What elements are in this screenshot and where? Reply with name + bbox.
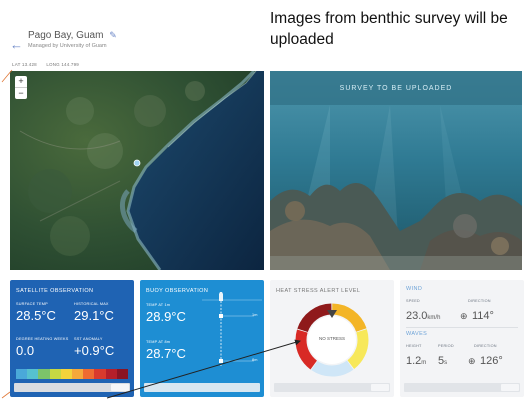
sst-anomaly-value: +0.9°C [74, 343, 115, 358]
map-imagery [10, 71, 264, 270]
wind-waves-card: WIND SPEED 23.0km/h DIRECTION ⊕ 114° WAV… [400, 280, 524, 397]
heat-stress-level: NO STRESS [318, 336, 345, 341]
color-scale-swatch [105, 369, 117, 379]
wind-direction-label: DIRECTION [468, 299, 491, 303]
color-scale-swatch [60, 369, 73, 379]
wave-height-label: HEIGHT [406, 344, 422, 348]
site-title: Pago Bay, Guam ✎ [28, 30, 117, 41]
wind-title: WIND [406, 286, 423, 292]
surface-temp-label: SURFACE TEMP [16, 302, 48, 306]
site-name: Pago Bay, Guam [28, 30, 104, 41]
site-marker-icon [133, 159, 141, 167]
wave-direction-value: 126° [480, 355, 503, 367]
latitude: LAT 13.428 [12, 62, 37, 67]
wind-speed-unit: km/h [427, 315, 441, 321]
wave-period-unit: s [444, 360, 448, 366]
wind-waves-footer [404, 383, 520, 392]
heat-stress-title: HEAT STRESS ALERT LEVEL [276, 288, 361, 294]
survey-upload-label: SURVEY TO BE UPLOADED [339, 85, 453, 92]
satellite-map[interactable]: + − [10, 71, 264, 270]
satellite-observation-card: SATELLITE OBSERVATION SURFACE TEMP 28.5°… [10, 280, 134, 397]
wave-period: 5s [438, 351, 447, 369]
wave-direction-label: DIRECTION [474, 344, 497, 348]
heat-stress-card: HEAT STRESS ALERT LEVEL NO STRESS [270, 280, 394, 397]
wave-period-label: PERIOD [438, 344, 454, 348]
buoy-card-footer [144, 383, 260, 392]
back-arrow-icon[interactable]: ← [10, 37, 23, 52]
sst-anomaly-label: SST ANOMALY [74, 337, 103, 341]
dhw-color-scale [16, 369, 129, 379]
wave-height-unit: m [421, 360, 427, 366]
buoy-depth-diagram [202, 292, 262, 366]
zoom-in-button[interactable]: + [15, 76, 27, 87]
depth-bottom-label: 8m [252, 358, 258, 362]
edit-icon[interactable]: ✎ [109, 30, 117, 40]
color-scale-swatch [94, 369, 106, 379]
survey-image-panel: SURVEY TO BE UPLOADED [270, 71, 522, 270]
color-scale-swatch [27, 369, 39, 379]
color-scale-swatch [83, 369, 95, 379]
historical-max-label: HISTORICAL MAX [74, 302, 109, 306]
coordinates: LAT 13.428 LONG 144.799 [12, 62, 87, 67]
temp-1m-label: TEMP AT 1m [146, 303, 171, 307]
underwater-image [270, 71, 522, 270]
surface-temp-value: 28.5°C [16, 308, 56, 323]
zoom-out-button[interactable]: − [15, 87, 27, 99]
dhw-value: 0.0 [16, 343, 35, 358]
zoom-controls: + − [15, 76, 27, 99]
satellite-more-button[interactable] [111, 384, 129, 391]
wind-waves-more-button[interactable] [501, 384, 519, 391]
dhw-label: DEGREE HEATING WEEKS [16, 337, 69, 341]
color-scale-swatch [116, 369, 129, 379]
historical-max-value: 29.1°C [74, 308, 114, 323]
wind-direction: ⊕ 114° [460, 306, 494, 324]
satellite-card-footer [14, 383, 130, 392]
compass-icon: ⊕ [468, 356, 476, 366]
color-scale-swatch [38, 369, 50, 379]
wind-speed-value: 23.0 [406, 310, 428, 322]
longitude: LONG 144.799 [46, 62, 79, 67]
annotation-text: Images from benthic survey will be uploa… [270, 10, 508, 48]
heat-stress-footer [274, 383, 390, 392]
satellite-card-title: SATELLITE OBSERVATION [16, 288, 94, 294]
wave-height: 1.2m [406, 351, 426, 369]
wave-direction: ⊕ 126° [468, 351, 503, 369]
color-scale-swatch [49, 369, 61, 379]
wind-speed: 23.0km/h [406, 306, 440, 324]
temp-8m-label: TEMP AT 8m [146, 340, 171, 344]
wave-height-value: 1.2 [406, 355, 422, 367]
wind-direction-value: 114° [472, 310, 494, 322]
temp-1m-value: 28.9°C [146, 309, 186, 324]
temp-8m-value: 28.7°C [146, 346, 186, 361]
compass-icon: ⊕ [460, 311, 468, 321]
depth-top-label: 1m [252, 313, 258, 317]
waves-title: WAVES [406, 331, 428, 337]
heat-stress-more-button[interactable] [371, 384, 389, 391]
buoy-card-title: BUOY OBSERVATION [146, 288, 209, 294]
color-scale-swatch [72, 369, 84, 379]
buoy-observation-card: BUOY OBSERVATION TEMP AT 1m 28.9°C TEMP … [140, 280, 264, 397]
color-scale-swatch [16, 369, 28, 379]
divider [406, 327, 518, 328]
managed-by: Managed by University of Guam [28, 43, 107, 49]
wind-speed-label: SPEED [406, 299, 420, 303]
